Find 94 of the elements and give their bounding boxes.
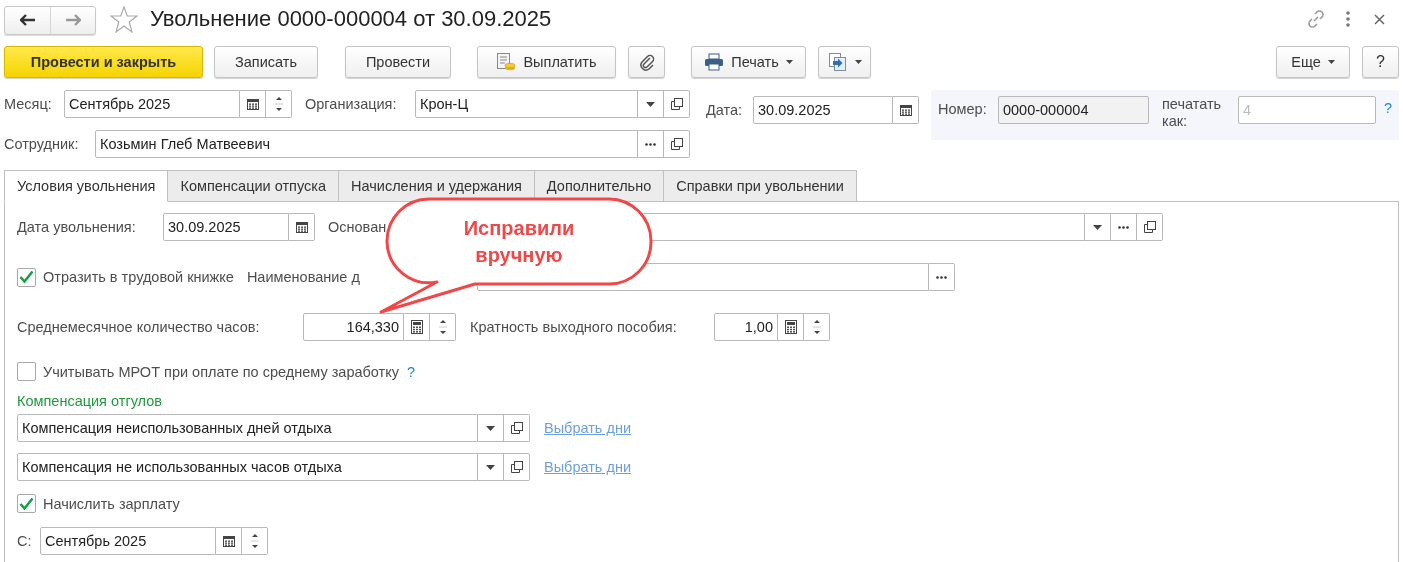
caret-down-icon bbox=[785, 59, 793, 64]
calendar-icon bbox=[295, 221, 308, 233]
calculator-icon bbox=[410, 320, 423, 334]
checkbox-label: Начислить зарплату bbox=[43, 495, 180, 512]
document-coins-icon bbox=[496, 51, 517, 72]
arrow-right-icon bbox=[65, 14, 81, 26]
section-title: Компенсация отгулов bbox=[17, 393, 162, 409]
arrow-left-icon bbox=[19, 14, 36, 26]
caret-down-icon bbox=[486, 464, 495, 470]
dots-icon bbox=[935, 275, 947, 279]
pay-button[interactable]: Выплатить bbox=[477, 45, 616, 78]
field-label: Номер: bbox=[938, 101, 988, 117]
calendar-button[interactable] bbox=[216, 527, 242, 555]
dots-icon bbox=[645, 142, 656, 146]
compensation-field[interactable]: Компенсация неиспользованных дней отдыха bbox=[17, 414, 478, 442]
paperclip-icon bbox=[638, 52, 655, 71]
spin-arrows-icon bbox=[812, 317, 821, 337]
checkbox-label: Учитывать МРОТ при оплате по среднему заработку bbox=[43, 363, 399, 380]
dismissal-date-field[interactable]: 30.09.2025 bbox=[163, 213, 289, 241]
toolbar-button[interactable]: Еще bbox=[1276, 45, 1350, 78]
field-label: печатать как: bbox=[1161, 96, 1223, 130]
calendar-button[interactable] bbox=[893, 96, 919, 124]
spin-arrows-icon bbox=[250, 531, 259, 551]
post-and-close-button[interactable]: Провести и закрыть bbox=[4, 45, 203, 78]
tab[interactable]: Начисления и удержания bbox=[338, 170, 535, 202]
help-button[interactable]: ? bbox=[1362, 45, 1399, 78]
calendar-button[interactable] bbox=[240, 90, 266, 118]
tab[interactable]: Справки при увольнении bbox=[663, 170, 857, 202]
caret-down-icon bbox=[854, 59, 862, 64]
checkbox-label: Отразить в трудовой книжке bbox=[43, 269, 234, 285]
star-icon[interactable] bbox=[110, 5, 138, 33]
employee-field[interactable]: Козьмин Глеб Матвеевич bbox=[95, 130, 638, 158]
field-label: Дата: bbox=[706, 102, 744, 118]
field-label: Организация: bbox=[305, 96, 398, 112]
dropdown-button[interactable] bbox=[478, 453, 504, 481]
open-form-icon bbox=[510, 422, 523, 434]
calendar-icon bbox=[899, 104, 912, 116]
checkbox[interactable] bbox=[17, 494, 36, 513]
open-button[interactable] bbox=[664, 130, 690, 158]
help-icon[interactable]: ? bbox=[407, 363, 416, 380]
compensation-field[interactable]: Компенсация не использованных часов отдыха bbox=[17, 453, 478, 481]
severance-field[interactable]: 1,00 bbox=[714, 313, 778, 341]
caret-down-icon bbox=[486, 425, 495, 431]
number-field[interactable]: 0000-000004 bbox=[997, 96, 1149, 124]
calendar-icon bbox=[222, 535, 235, 547]
printer-icon bbox=[704, 52, 725, 71]
print-button[interactable]: Печать bbox=[691, 45, 806, 78]
field-label: Месяц: bbox=[4, 96, 53, 112]
open-button[interactable] bbox=[504, 414, 530, 442]
field-label: Сотрудник: bbox=[4, 136, 80, 152]
open-button[interactable] bbox=[1137, 213, 1163, 241]
open-button[interactable] bbox=[504, 453, 530, 481]
average-hours-field[interactable]: 164,330 bbox=[303, 313, 404, 341]
help-icon[interactable]: ? bbox=[1383, 100, 1392, 116]
calculator-icon bbox=[784, 320, 797, 334]
dropdown-button[interactable] bbox=[1085, 213, 1111, 241]
calendar-icon bbox=[246, 98, 259, 110]
documents-arrow-icon bbox=[827, 51, 848, 72]
attach-button[interactable] bbox=[628, 45, 665, 78]
spin-arrows-icon bbox=[274, 94, 283, 114]
field-label: Дата увольнения: bbox=[17, 219, 137, 235]
from-month-field[interactable]: Сентябрь 2025 bbox=[40, 527, 216, 555]
export-button[interactable] bbox=[818, 45, 871, 78]
checkbox[interactable] bbox=[17, 267, 36, 287]
checkbox[interactable] bbox=[17, 362, 36, 381]
calculator-button[interactable] bbox=[404, 313, 430, 341]
toolbar-button[interactable]: Провести bbox=[345, 45, 451, 78]
dropdown-button[interactable] bbox=[478, 414, 504, 442]
open-form-icon bbox=[670, 98, 683, 110]
window-title: Увольнение 0000-000004 от 30.09.2025 bbox=[150, 6, 552, 32]
field-label: Среднемесячное количество часов: bbox=[17, 319, 261, 335]
dropdown-button[interactable] bbox=[638, 90, 664, 118]
calculator-button[interactable] bbox=[778, 313, 804, 341]
open-button[interactable] bbox=[664, 90, 690, 118]
month-field[interactable]: Сентябрь 2025 bbox=[64, 90, 240, 118]
organization-field[interactable]: Крон-Ц bbox=[415, 90, 638, 118]
tab[interactable]: Условия увольнения bbox=[4, 170, 169, 202]
open-form-icon bbox=[510, 461, 523, 473]
toolbar-button[interactable]: Записать bbox=[214, 45, 318, 78]
field-label: Кратность выходного пособия: bbox=[470, 319, 678, 335]
open-form-icon bbox=[670, 138, 683, 150]
open-form-icon bbox=[1143, 221, 1156, 233]
spin-arrows-icon bbox=[438, 317, 447, 337]
field-label: С: bbox=[17, 533, 33, 549]
field-label: Наименование д bbox=[246, 269, 361, 285]
dots-icon bbox=[1118, 225, 1129, 229]
date-field[interactable]: 30.09.2025 bbox=[753, 96, 893, 124]
caret-down-icon bbox=[1093, 224, 1102, 230]
caret-down-icon bbox=[1327, 59, 1335, 64]
calendar-button[interactable] bbox=[289, 213, 315, 241]
field-label: Основан bbox=[328, 219, 388, 235]
caret-down-icon bbox=[646, 101, 655, 107]
tab[interactable]: Компенсации отпуска bbox=[167, 170, 339, 202]
callout-text: Исправили вручную bbox=[462, 216, 576, 268]
